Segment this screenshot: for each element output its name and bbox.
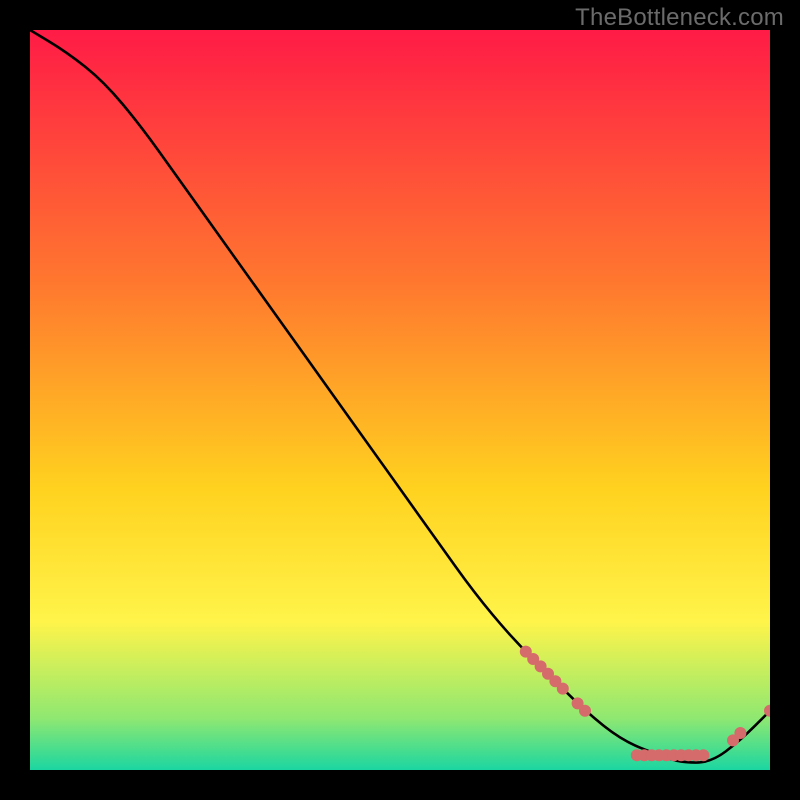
plot-area bbox=[30, 30, 770, 770]
data-dot-cluster-2 bbox=[579, 705, 591, 717]
gradient-background bbox=[30, 30, 770, 770]
watermark-text: TheBottleneck.com bbox=[575, 4, 784, 32]
data-dot-rise bbox=[734, 727, 746, 739]
chart-svg bbox=[30, 30, 770, 770]
data-dot-cluster-1 bbox=[557, 683, 569, 695]
chart-frame: TheBottleneck.com bbox=[0, 0, 800, 800]
data-dot-minimum bbox=[697, 749, 709, 761]
